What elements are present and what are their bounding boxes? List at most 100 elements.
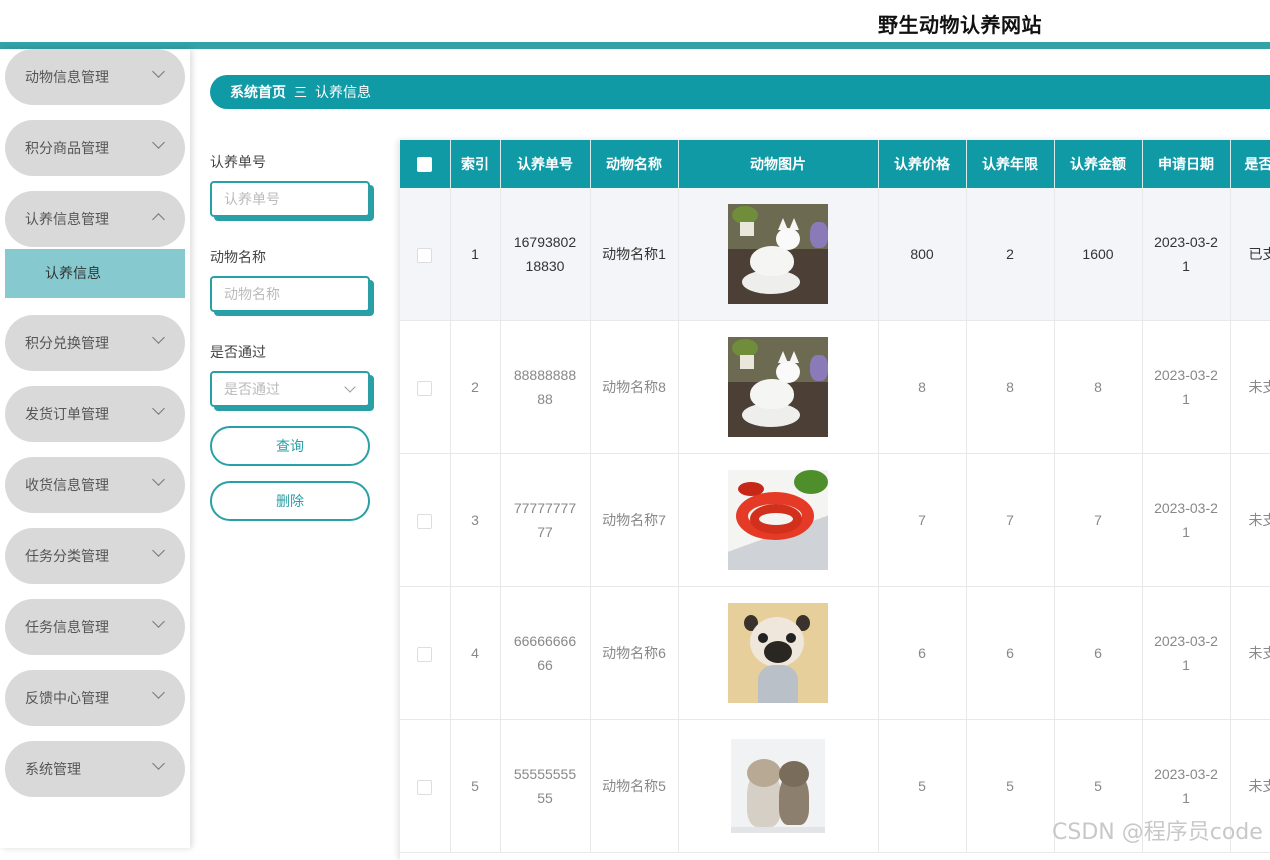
- cell-date: 2023-03-21: [1154, 500, 1218, 540]
- cell-price: 7: [878, 453, 967, 587]
- cell-price: 5: [878, 719, 967, 853]
- column-header: 索引: [450, 140, 501, 188]
- breadcrumb: 系统首页三认养信息: [210, 75, 1270, 109]
- sidebar-item-label: 系统管理: [25, 761, 81, 777]
- sidebar-item-receiving-info[interactable]: 收货信息管理: [5, 457, 185, 513]
- cell-order-no: 5555555555: [513, 766, 577, 806]
- query-button[interactable]: 查询: [210, 426, 370, 466]
- chevron-down-icon: [344, 381, 356, 393]
- cell-price: 8: [878, 320, 967, 454]
- sidebar-item-label: 动物信息管理: [25, 69, 109, 85]
- row-checkbox[interactable]: [417, 513, 433, 529]
- chevron-down-icon: [152, 473, 165, 486]
- sidebar-item-label: 发货订单管理: [25, 406, 109, 422]
- sidebar-item-points-exchange[interactable]: 积分兑换管理: [5, 315, 185, 371]
- cell-date: 2023-03-21: [1154, 766, 1218, 806]
- approved-select[interactable]: 是否通过: [210, 371, 370, 407]
- cell-status: 未支: [1230, 320, 1270, 454]
- delete-button[interactable]: 删除: [210, 481, 370, 521]
- cell-index: 5: [450, 719, 501, 853]
- table-header-row: 索引 认养单号 动物名称 动物图片 认养价格 认养年限 认养金额 申请日期 是否: [400, 140, 1270, 188]
- white-fox-image[interactable]: [728, 204, 828, 304]
- sidebar-item-label: 任务信息管理: [25, 619, 109, 635]
- breadcrumb-home[interactable]: 系统首页: [230, 84, 286, 100]
- sidebar-item-label: 收货信息管理: [25, 477, 109, 493]
- cell-amount: 1600: [1054, 188, 1143, 321]
- sidebar-item-label: 认养信息管理: [25, 211, 109, 227]
- cell-order-no: 8888888888: [513, 367, 577, 407]
- cell-years: 6: [966, 586, 1055, 720]
- cell-animal-name: 动物名称7: [590, 453, 679, 587]
- cell-index: 2: [450, 320, 501, 454]
- cell-years: 8: [966, 320, 1055, 454]
- pug-dog-image[interactable]: [728, 603, 828, 703]
- sidebar-item-system[interactable]: 系统管理: [5, 741, 185, 797]
- row-checkbox[interactable]: [417, 247, 433, 263]
- cell-years: 5: [966, 719, 1055, 853]
- cell-status: 未支: [1230, 453, 1270, 587]
- cell-price: 6: [878, 586, 967, 720]
- cell-index: 1: [450, 188, 501, 321]
- cell-date: 2023-03-21: [1154, 234, 1218, 274]
- sidebar-item-feedback[interactable]: 反馈中心管理: [5, 670, 185, 726]
- cell-order-no: 6666666666: [513, 633, 577, 673]
- red-snake-image[interactable]: [728, 470, 828, 570]
- chevron-down-icon: [152, 402, 165, 415]
- chevron-up-icon: [152, 213, 165, 226]
- select-all-header[interactable]: [400, 140, 451, 188]
- sidebar-item-shipping-orders[interactable]: 发货订单管理: [5, 386, 185, 442]
- column-header: 认养年限: [966, 140, 1055, 188]
- order-no-input[interactable]: [210, 181, 370, 217]
- sidebar-item-label: 反馈中心管理: [25, 690, 109, 706]
- table-row[interactable]: 4 6666666666 动物名称6 6 6 6 2023-03-21 未支: [400, 586, 1270, 720]
- cell-animal-name: 动物名称5: [590, 719, 679, 853]
- chevron-down-icon: [152, 757, 165, 770]
- sidebar-subitem-adoption[interactable]: 认养信息: [5, 249, 185, 298]
- sidebar: 动物信息管理 积分商品管理 认养信息管理 认养信息 积分兑换管理 发货订单管理 …: [0, 49, 190, 848]
- watermark: CSDN @程序员code: [1052, 820, 1263, 845]
- cell-animal-name: 动物名称6: [590, 586, 679, 720]
- column-header: 申请日期: [1142, 140, 1231, 188]
- cell-animal-name: 动物名称8: [590, 320, 679, 454]
- sidebar-item-adoption-info[interactable]: 认养信息管理: [5, 191, 185, 247]
- order-no-label: 认养单号: [210, 154, 266, 170]
- table-row[interactable]: 3 7777777777 动物名称7 7 7 7 2023-03-21 未支: [400, 453, 1270, 587]
- cell-status: 未支: [1230, 586, 1270, 720]
- adoption-table: 索引 认养单号 动物名称 动物图片 认养价格 认养年限 认养金额 申请日期 是否…: [400, 140, 1270, 860]
- cell-years: 2: [966, 188, 1055, 321]
- cell-amount: 7: [1054, 453, 1143, 587]
- column-header: 动物图片: [678, 140, 879, 188]
- sidebar-item-animal-info[interactable]: 动物信息管理: [5, 49, 185, 105]
- cell-amount: 6: [1054, 586, 1143, 720]
- row-checkbox[interactable]: [417, 779, 433, 795]
- column-header: 动物名称: [590, 140, 679, 188]
- chevron-down-icon: [152, 136, 165, 149]
- cell-order-no: 1679380218830: [513, 234, 577, 274]
- chevron-down-icon: [152, 686, 165, 699]
- animal-name-label: 动物名称: [210, 249, 266, 265]
- table-row[interactable]: 1 1679380218830 动物名称1 800 2 1600 2023-03…: [400, 188, 1270, 321]
- sidebar-item-task-category[interactable]: 任务分类管理: [5, 528, 185, 584]
- sidebar-item-points-goods[interactable]: 积分商品管理: [5, 120, 185, 176]
- animal-name-input[interactable]: [210, 276, 370, 312]
- cell-index: 4: [450, 586, 501, 720]
- table-row[interactable]: 2 8888888888 动物名称8 8 8 8 2023-03-21 未支: [400, 320, 1270, 454]
- sidebar-item-label: 积分商品管理: [25, 140, 109, 156]
- breadcrumb-separator-icon: 三: [294, 85, 308, 100]
- cell-index: 3: [450, 453, 501, 587]
- chevron-down-icon: [152, 331, 165, 344]
- cell-animal-name: 动物名称1: [590, 188, 679, 321]
- white-fox-image[interactable]: [728, 337, 828, 437]
- column-header: 是否: [1230, 140, 1270, 188]
- select-all-checkbox[interactable]: [417, 157, 433, 173]
- sidebar-item-label: 积分兑换管理: [25, 335, 109, 351]
- cell-price: 800: [878, 188, 967, 321]
- kittens-image[interactable]: [731, 739, 825, 833]
- chevron-down-icon: [152, 615, 165, 628]
- row-checkbox[interactable]: [417, 646, 433, 662]
- sidebar-item-task-info[interactable]: 任务信息管理: [5, 599, 185, 655]
- site-title: 野生动物认养网站: [878, 15, 1042, 37]
- cell-years: 7: [966, 453, 1055, 587]
- row-checkbox[interactable]: [417, 380, 433, 396]
- sidebar-item-label: 任务分类管理: [25, 548, 109, 564]
